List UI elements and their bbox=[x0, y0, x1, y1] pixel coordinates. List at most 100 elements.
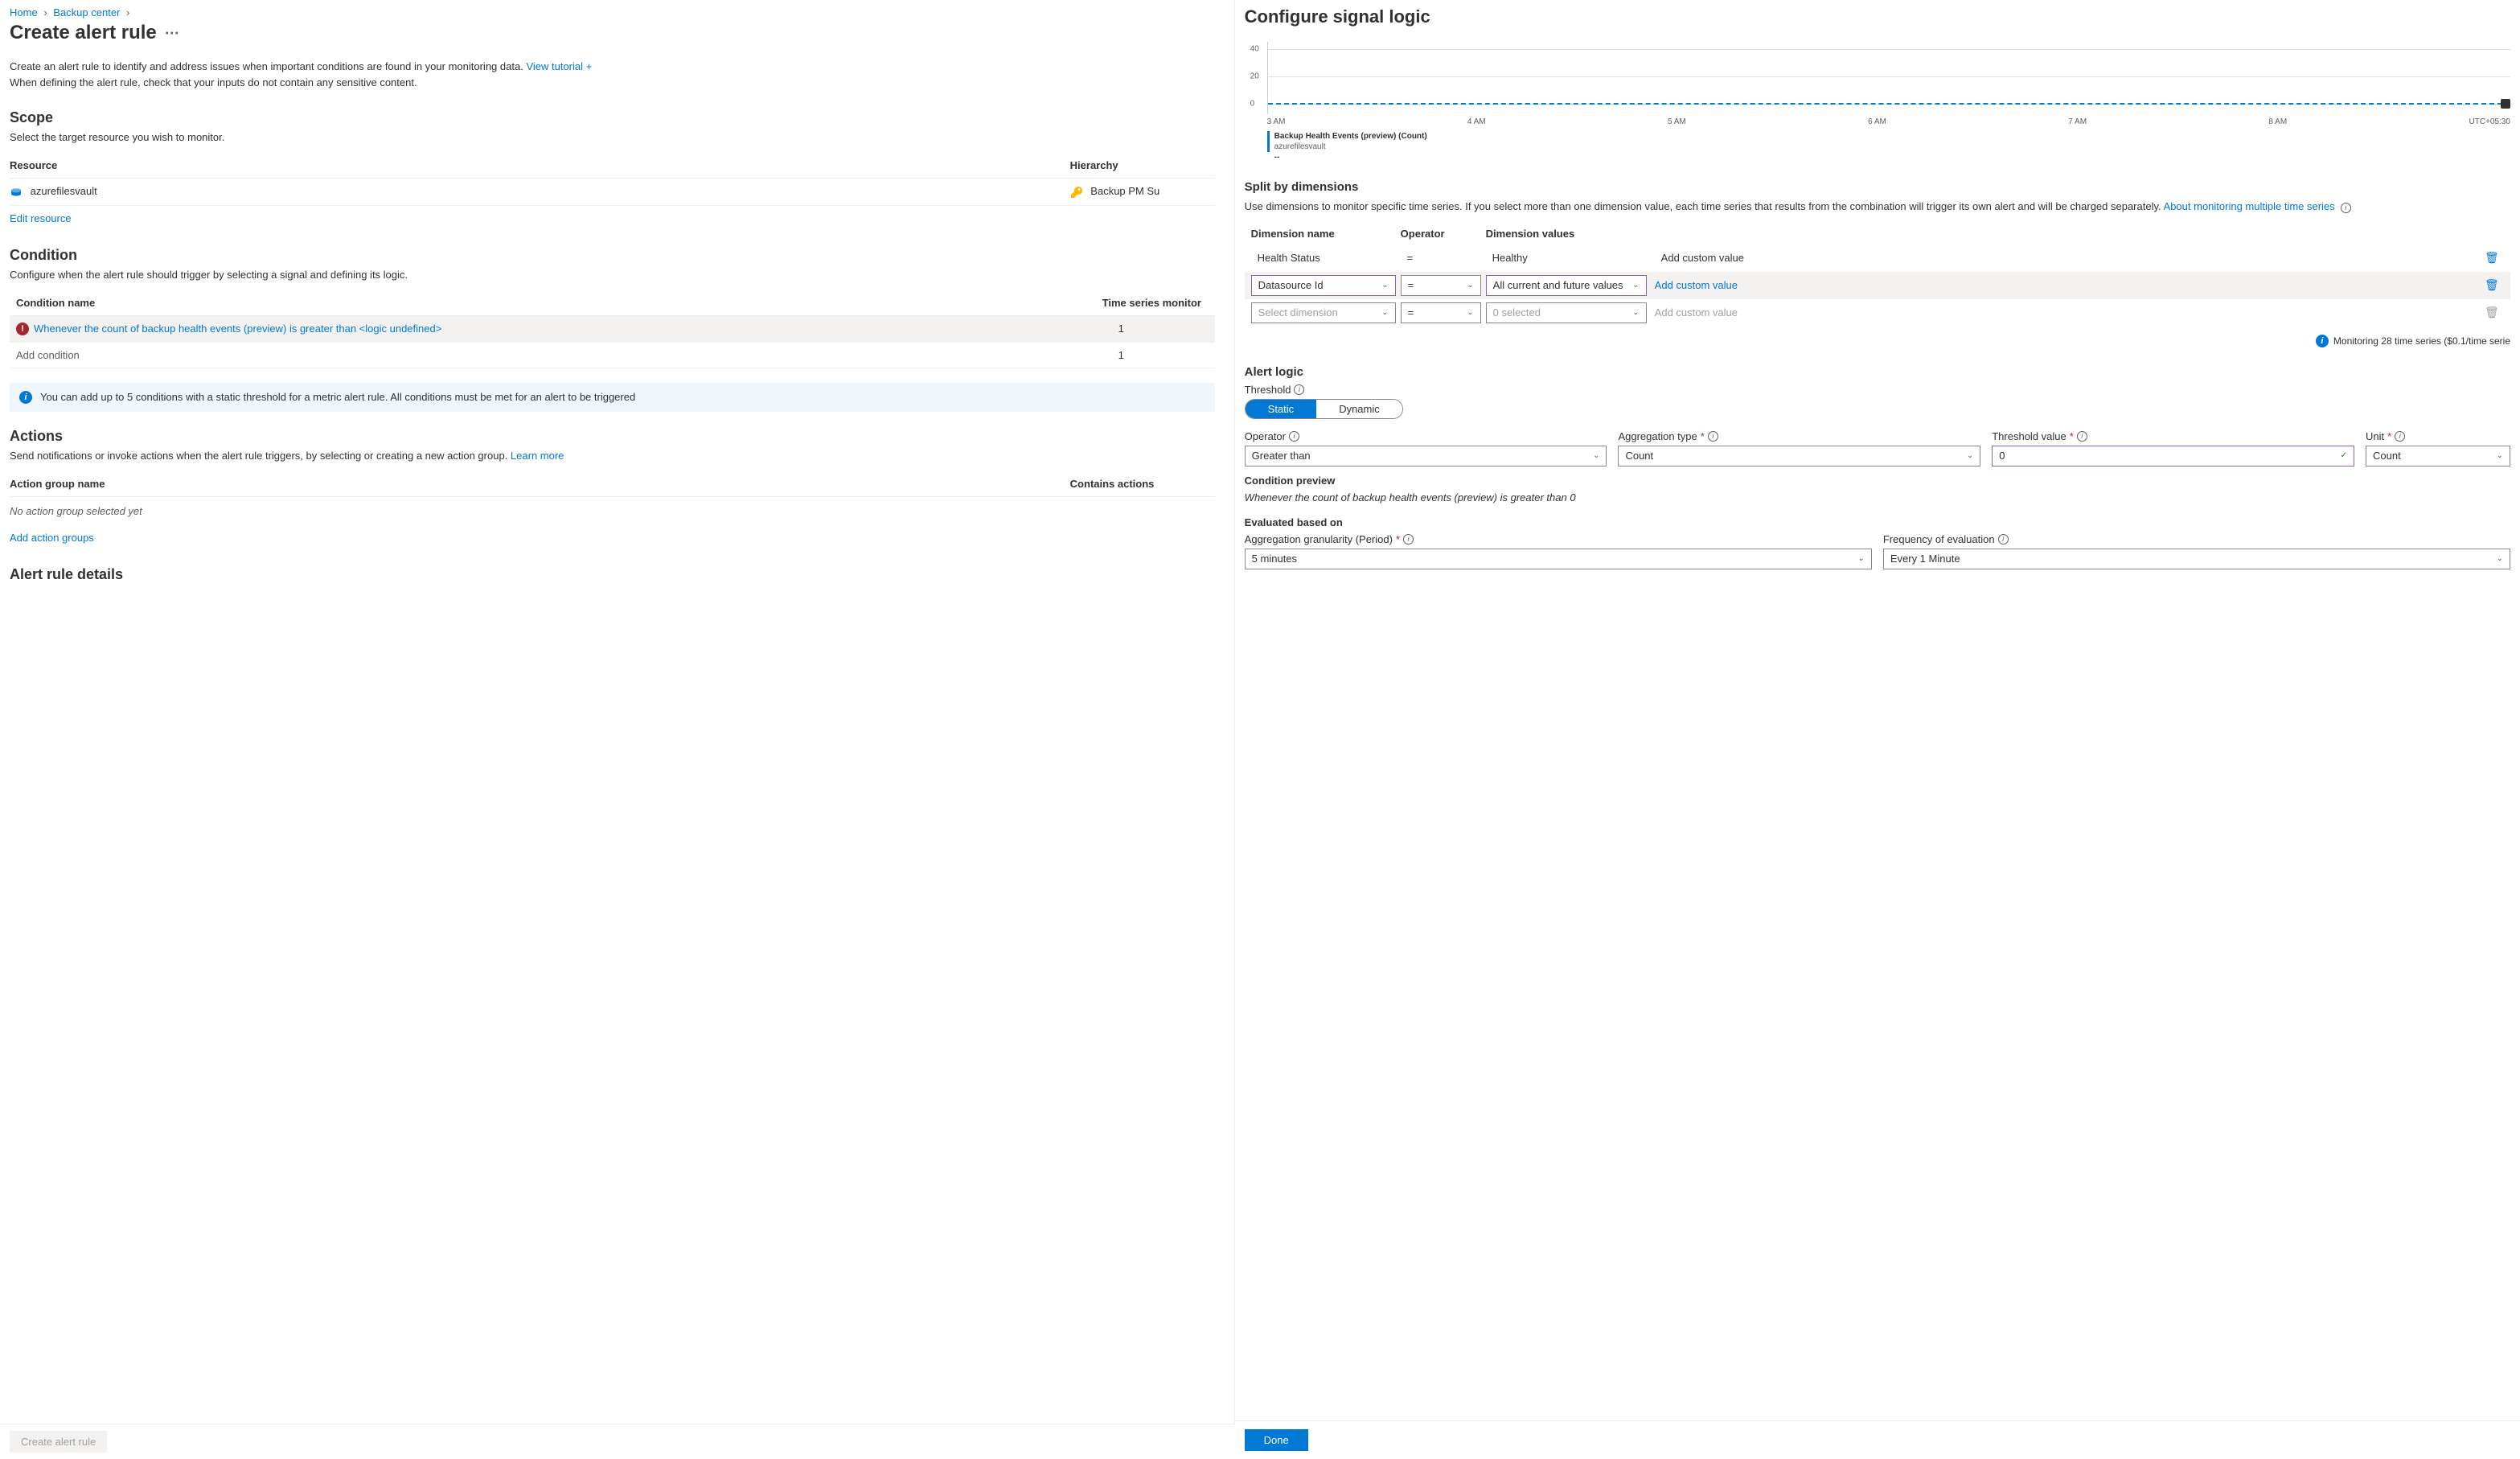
add-custom-value-link[interactable]: Add custom value bbox=[1655, 279, 1738, 291]
actions-learn-more-link[interactable]: Learn more bbox=[511, 450, 564, 462]
threshold-toggle[interactable]: Static Dynamic bbox=[1245, 399, 1403, 419]
info-icon[interactable]: i bbox=[1294, 384, 1304, 395]
threshold-value-input[interactable]: 0✓ bbox=[1992, 446, 2354, 466]
split-learn-link[interactable]: About monitoring multiple time series bbox=[2164, 200, 2335, 212]
split-heading: Split by dimensions bbox=[1245, 180, 2510, 194]
y-tick-40: 40 bbox=[1250, 45, 1259, 54]
threshold-dynamic-option[interactable]: Dynamic bbox=[1316, 400, 1402, 418]
chevron-down-icon: ⌄ bbox=[1593, 451, 1599, 460]
dim-name-dropdown[interactable]: Datasource Id⌄ bbox=[1251, 275, 1396, 296]
create-alert-panel: Home › Backup center › Create alert rule… bbox=[0, 0, 1235, 1459]
info-icon[interactable]: i bbox=[2395, 431, 2405, 442]
info-icon[interactable]: i bbox=[2077, 431, 2087, 442]
check-icon: ✓ bbox=[2341, 451, 2347, 460]
info-icon[interactable]: i bbox=[1998, 534, 2009, 545]
threshold-value-label: Threshold value bbox=[1992, 430, 2066, 442]
add-custom-value-disabled: Add custom value bbox=[1655, 306, 2485, 319]
intro-line2: When defining the alert rule, check that… bbox=[10, 76, 417, 88]
threshold-static-option[interactable]: Static bbox=[1246, 400, 1317, 418]
done-button[interactable]: Done bbox=[1245, 1429, 1308, 1451]
dim-op-dropdown[interactable]: =⌄ bbox=[1401, 302, 1481, 323]
col-time-series: Time series monitor bbox=[1102, 297, 1215, 309]
condition-link[interactable]: Whenever the count of backup health even… bbox=[34, 323, 441, 335]
alert-details-heading: Alert rule details bbox=[10, 566, 1215, 583]
dim-op-dropdown[interactable]: =⌄ bbox=[1401, 275, 1481, 296]
configure-signal-panel: Configure signal logic 40 20 0 3 AM 4 AM… bbox=[1235, 0, 2520, 1459]
footer-bar: Create alert rule bbox=[0, 1424, 1235, 1459]
dim-name-dropdown[interactable]: Select dimension⌄ bbox=[1251, 302, 1396, 323]
col-condition-name: Condition name bbox=[16, 297, 1102, 309]
chevron-down-icon: ⌄ bbox=[1381, 281, 1388, 290]
chevron-down-icon: ⌄ bbox=[1381, 308, 1388, 317]
info-icon[interactable]: i bbox=[1289, 431, 1299, 442]
chevron-down-icon: ⌄ bbox=[2497, 554, 2503, 563]
monitoring-series-note: i Monitoring 28 time series ($0.1/time s… bbox=[1245, 335, 2510, 347]
intro-text: Create an alert rule to identify and add… bbox=[10, 59, 1215, 90]
info-icon[interactable]: i bbox=[2341, 203, 2351, 213]
dim-vals-dropdown[interactable]: 0 selected⌄ bbox=[1486, 302, 1647, 323]
condition-heading: Condition bbox=[10, 247, 1215, 264]
split-desc-text: Use dimensions to monitor specific time … bbox=[1245, 200, 2161, 212]
col-contains-actions: Contains actions bbox=[1070, 478, 1215, 490]
scope-heading: Scope bbox=[10, 109, 1215, 126]
info-icon[interactable]: i bbox=[1708, 431, 1718, 442]
chevron-down-icon: ⌄ bbox=[1467, 308, 1473, 317]
page-title: Create alert rule ⋯ bbox=[10, 22, 1215, 44]
aggregation-label: Aggregation type bbox=[1618, 430, 1697, 442]
condition-preview-text: Whenever the count of backup health even… bbox=[1245, 491, 2510, 503]
info-icon: i bbox=[19, 391, 32, 404]
vault-icon bbox=[10, 186, 23, 199]
col-action-group: Action group name bbox=[10, 478, 1070, 490]
delete-icon: 🗑 bbox=[2485, 306, 2504, 319]
configure-signal-title: Configure signal logic bbox=[1245, 6, 2510, 27]
dim-custom-health[interactable]: Add custom value bbox=[1655, 248, 2485, 269]
dimension-row-health: Health Status = Healthy Add custom value… bbox=[1245, 245, 2510, 272]
chart-legend: Backup Health Events (preview) (Count) a… bbox=[1267, 131, 2510, 162]
condition-row[interactable]: ! Whenever the count of backup health ev… bbox=[10, 316, 1215, 343]
scope-subtext: Select the target resource you wish to m… bbox=[10, 131, 1215, 143]
add-action-groups-link[interactable]: Add action groups bbox=[10, 532, 94, 544]
split-desc: Use dimensions to monitor specific time … bbox=[1245, 199, 2510, 215]
actions-heading: Actions bbox=[10, 428, 1215, 445]
breadcrumb-backup-center[interactable]: Backup center bbox=[53, 6, 120, 18]
condition-subtext: Configure when the alert rule should tri… bbox=[10, 269, 1215, 281]
unit-dropdown[interactable]: Count⌄ bbox=[2366, 446, 2510, 466]
col-dim-op: Operator bbox=[1401, 228, 1481, 240]
view-tutorial-link[interactable]: View tutorial + bbox=[526, 60, 592, 72]
edit-resource-link[interactable]: Edit resource bbox=[10, 212, 72, 224]
alert-logic-heading: Alert logic bbox=[1245, 365, 2510, 379]
intro-line1: Create an alert rule to identify and add… bbox=[10, 60, 523, 72]
granularity-dropdown[interactable]: 5 minutes⌄ bbox=[1245, 549, 1872, 569]
frequency-label: Frequency of evaluation bbox=[1883, 533, 1995, 545]
chart-data-end bbox=[2501, 99, 2510, 109]
more-icon[interactable]: ⋯ bbox=[165, 25, 179, 42]
granularity-label: Aggregation granularity (Period) bbox=[1245, 533, 1393, 545]
actions-table-head: Action group name Contains actions bbox=[10, 471, 1215, 497]
dim-op-health: = bbox=[1401, 248, 1481, 269]
signal-chart: 40 20 0 3 AM 4 AM 5 AM 6 AM 7 AM 8 AM UT… bbox=[1245, 42, 2510, 162]
condition-preview-label: Condition preview bbox=[1245, 475, 2510, 487]
create-alert-rule-button: Create alert rule bbox=[10, 1431, 107, 1453]
chevron-down-icon: ⌄ bbox=[2497, 451, 2503, 460]
actions-subtext: Send notifications or invoke actions whe… bbox=[10, 450, 1215, 462]
dimension-row-datasource: Datasource Id⌄ =⌄ All current and future… bbox=[1245, 272, 2510, 299]
add-condition-row[interactable]: Add condition 1 bbox=[10, 343, 1215, 368]
legend-resource: azurefilesvault bbox=[1274, 142, 1427, 152]
col-dim-vals: Dimension values bbox=[1486, 228, 1647, 240]
no-action-group-text: No action group selected yet bbox=[10, 497, 1215, 525]
condition-table-head: Condition name Time series monitor bbox=[10, 290, 1215, 316]
aggregation-dropdown[interactable]: Count⌄ bbox=[1618, 446, 1980, 466]
breadcrumb-home[interactable]: Home bbox=[10, 6, 38, 18]
info-icon[interactable]: i bbox=[1403, 534, 1414, 545]
frequency-dropdown[interactable]: Every 1 Minute⌄ bbox=[1883, 549, 2510, 569]
delete-icon[interactable]: 🗑 bbox=[2485, 278, 2504, 292]
delete-icon[interactable]: 🗑 bbox=[2485, 251, 2504, 265]
scope-table-head: Resource Hierarchy bbox=[10, 153, 1215, 179]
operator-dropdown[interactable]: Greater than⌄ bbox=[1245, 446, 1607, 466]
condition-info-text: You can add up to 5 conditions with a st… bbox=[40, 391, 635, 403]
actions-sub-span: Send notifications or invoke actions whe… bbox=[10, 450, 507, 462]
hierarchy-name: Backup PM Su bbox=[1090, 185, 1159, 197]
dimension-row-empty: Select dimension⌄ =⌄ 0 selected⌄ Add cus… bbox=[1245, 299, 2510, 327]
dim-vals-dropdown[interactable]: All current and future values⌄ bbox=[1486, 275, 1647, 296]
add-condition-link[interactable]: Add condition bbox=[16, 349, 1118, 361]
